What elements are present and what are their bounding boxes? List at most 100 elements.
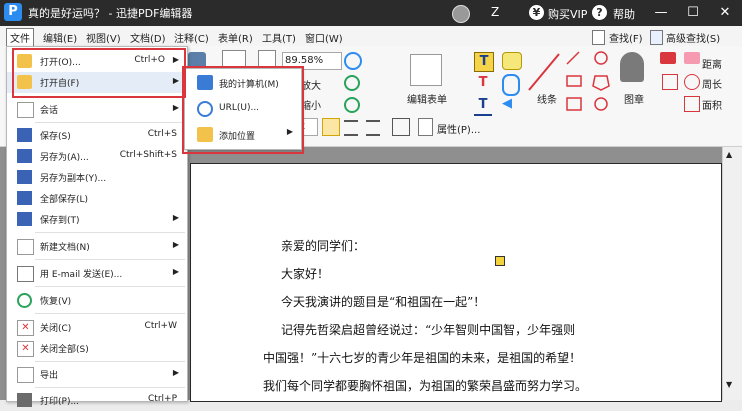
scroll-down-icon[interactable]: ▼ [726, 380, 732, 389]
export-icon [17, 367, 34, 383]
vip-icon[interactable]: ¥ [529, 5, 544, 20]
edit-form-label[interactable]: 编辑表单 [407, 91, 447, 106]
menu-form[interactable]: 表单(R) [215, 29, 256, 46]
underline-icon[interactable]: T [474, 96, 492, 116]
rotate-ccw-icon[interactable] [344, 97, 360, 113]
menu-item-new-document[interactable]: 新建文档(N) ▶ [7, 236, 187, 257]
menu-item-export[interactable]: 导出 ▶ [7, 364, 187, 385]
strikethrough-icon[interactable]: T [474, 74, 492, 92]
sound-icon[interactable]: ◀ [502, 96, 518, 112]
menu-item-save[interactable]: 保存(S) Ctrl+S [7, 125, 187, 146]
align-left-icon[interactable] [322, 118, 340, 136]
maximize-icon[interactable]: ☐ [684, 4, 702, 22]
doc-line: 今天我演讲的题目是“和祖国在一起”！ [281, 295, 486, 309]
advanced-find-button[interactable]: 高级查找(S) [663, 29, 723, 46]
line-icon[interactable] [527, 52, 561, 92]
line-label[interactable]: 线条 [537, 91, 557, 106]
shapes-icon[interactable] [565, 50, 613, 114]
doc-line: 大家好！ [281, 267, 330, 281]
menu-item-save-copy[interactable]: 另存为副本(Y)... [7, 167, 187, 188]
doc-line: 记得先哲梁启超曾经说过：“少年智则中国智，少年强则 [281, 323, 576, 337]
vertical-scrollbar[interactable] [722, 147, 742, 400]
text-box-icon[interactable] [392, 118, 410, 136]
menu-edit[interactable]: 编辑(E) [40, 29, 80, 46]
rotate-cw-icon[interactable] [344, 75, 360, 91]
menu-separator [35, 286, 185, 287]
session-icon [17, 102, 34, 118]
perimeter-icon[interactable] [684, 74, 700, 90]
distance-icon[interactable] [662, 74, 678, 90]
submenu-arrow-icon: ▶ [172, 240, 179, 249]
help-icon[interactable]: ? [592, 5, 607, 20]
save-as-icon [17, 149, 32, 163]
save-all-icon [17, 191, 32, 205]
perimeter-label[interactable]: 周长 [702, 76, 722, 91]
menu-item-save-to[interactable]: 保存到(T) ▶ [7, 209, 187, 230]
minimize-icon[interactable]: — [652, 4, 670, 22]
highlight-box-submenu [182, 66, 304, 154]
menu-view[interactable]: 视图(V) [83, 29, 124, 46]
area-label[interactable]: 面积 [702, 97, 722, 112]
menu-separator [35, 232, 185, 233]
zoom-in-label[interactable]: 放大 [301, 77, 321, 92]
properties-icon[interactable] [418, 118, 433, 136]
menu-tools[interactable]: 工具(T) [259, 29, 299, 46]
highlight-box-open [12, 48, 186, 98]
submenu-arrow-icon: ▶ [172, 103, 179, 112]
menu-file[interactable]: 文件 [6, 28, 34, 47]
user-name[interactable]: Z [491, 5, 499, 19]
find-button[interactable]: 查找(F) [606, 29, 646, 46]
save-copy-icon [17, 170, 32, 184]
edit-form-icon[interactable] [410, 54, 442, 86]
new-doc-icon [17, 239, 34, 255]
submenu-arrow-icon: ▶ [172, 213, 179, 222]
menu-item-save-all[interactable]: 全部保存(L) [7, 188, 187, 209]
restore-icon [17, 293, 32, 308]
note-icon[interactable] [502, 52, 522, 70]
submenu-arrow-icon: ▶ [172, 267, 179, 276]
close-doc-icon: ✕ [17, 320, 34, 336]
save-to-icon [17, 212, 32, 226]
close-icon[interactable]: ✕ [716, 4, 734, 22]
menu-item-save-as[interactable]: 另存为(A)... Ctrl+Shift+S [7, 146, 187, 167]
menu-comment[interactable]: 注释(C) [171, 29, 212, 46]
menu-document[interactable]: 文档(D) [127, 29, 169, 46]
eraser-icon[interactable] [660, 52, 676, 64]
text-cursor-marker [495, 256, 505, 266]
email-icon [17, 266, 34, 282]
doc-line: 我们每个同学都要胸怀祖国，为祖国的繁荣昌盛而努力学习。 [263, 379, 588, 393]
menu-item-restore[interactable]: 恢复(V) [7, 290, 187, 311]
window-title: 真的是好运吗？ - 迅捷PDF编辑器 [28, 7, 193, 20]
align-center-icon[interactable] [344, 120, 358, 136]
menu-separator [35, 387, 185, 388]
zoom-out-label[interactable]: 缩小 [301, 97, 321, 112]
advanced-find-icon [650, 30, 663, 45]
user-avatar[interactable] [452, 5, 470, 23]
attach-icon[interactable] [502, 74, 520, 96]
buy-vip-button[interactable]: 购买VIP [548, 6, 587, 22]
save-icon [17, 128, 32, 142]
doc-line: 亲爱的同学们： [281, 239, 366, 253]
doc-line: 中国强！”十六七岁的青少年是祖国的未来，是祖国的希望！ [263, 351, 582, 365]
menu-window[interactable]: 窗口(W) [302, 29, 346, 46]
app-logo-icon: P [4, 3, 22, 21]
highlight-eraser-icon[interactable] [684, 52, 700, 64]
menu-item-close[interactable]: ✕ 关闭(C) Ctrl+W [7, 317, 187, 338]
stamp-label[interactable]: 图章 [624, 91, 644, 106]
menu-separator [35, 259, 185, 260]
scroll-up-icon[interactable]: ▲ [726, 150, 732, 159]
distance-label[interactable]: 距离 [702, 56, 722, 71]
align-right-icon[interactable] [366, 120, 380, 136]
menu-item-email[interactable]: 用 E-mail 发送(E)... ▶ [7, 263, 187, 284]
help-button[interactable]: 帮助 [613, 6, 635, 22]
menu-item-print[interactable]: 打印(P)... Ctrl+P [7, 390, 187, 411]
stamp-icon[interactable] [620, 52, 644, 82]
menu-separator [35, 361, 185, 362]
text-icon[interactable]: T [474, 52, 494, 72]
properties-button[interactable]: 属性(P)... [437, 121, 480, 136]
area-icon[interactable] [684, 96, 700, 112]
menu-item-close-all[interactable]: ✕ 关闭全部(S) [7, 338, 187, 359]
menu-item-session[interactable]: 会话 ▶ [7, 99, 187, 120]
pdf-page[interactable] [190, 163, 722, 402]
zoom-in-icon[interactable] [344, 52, 362, 70]
